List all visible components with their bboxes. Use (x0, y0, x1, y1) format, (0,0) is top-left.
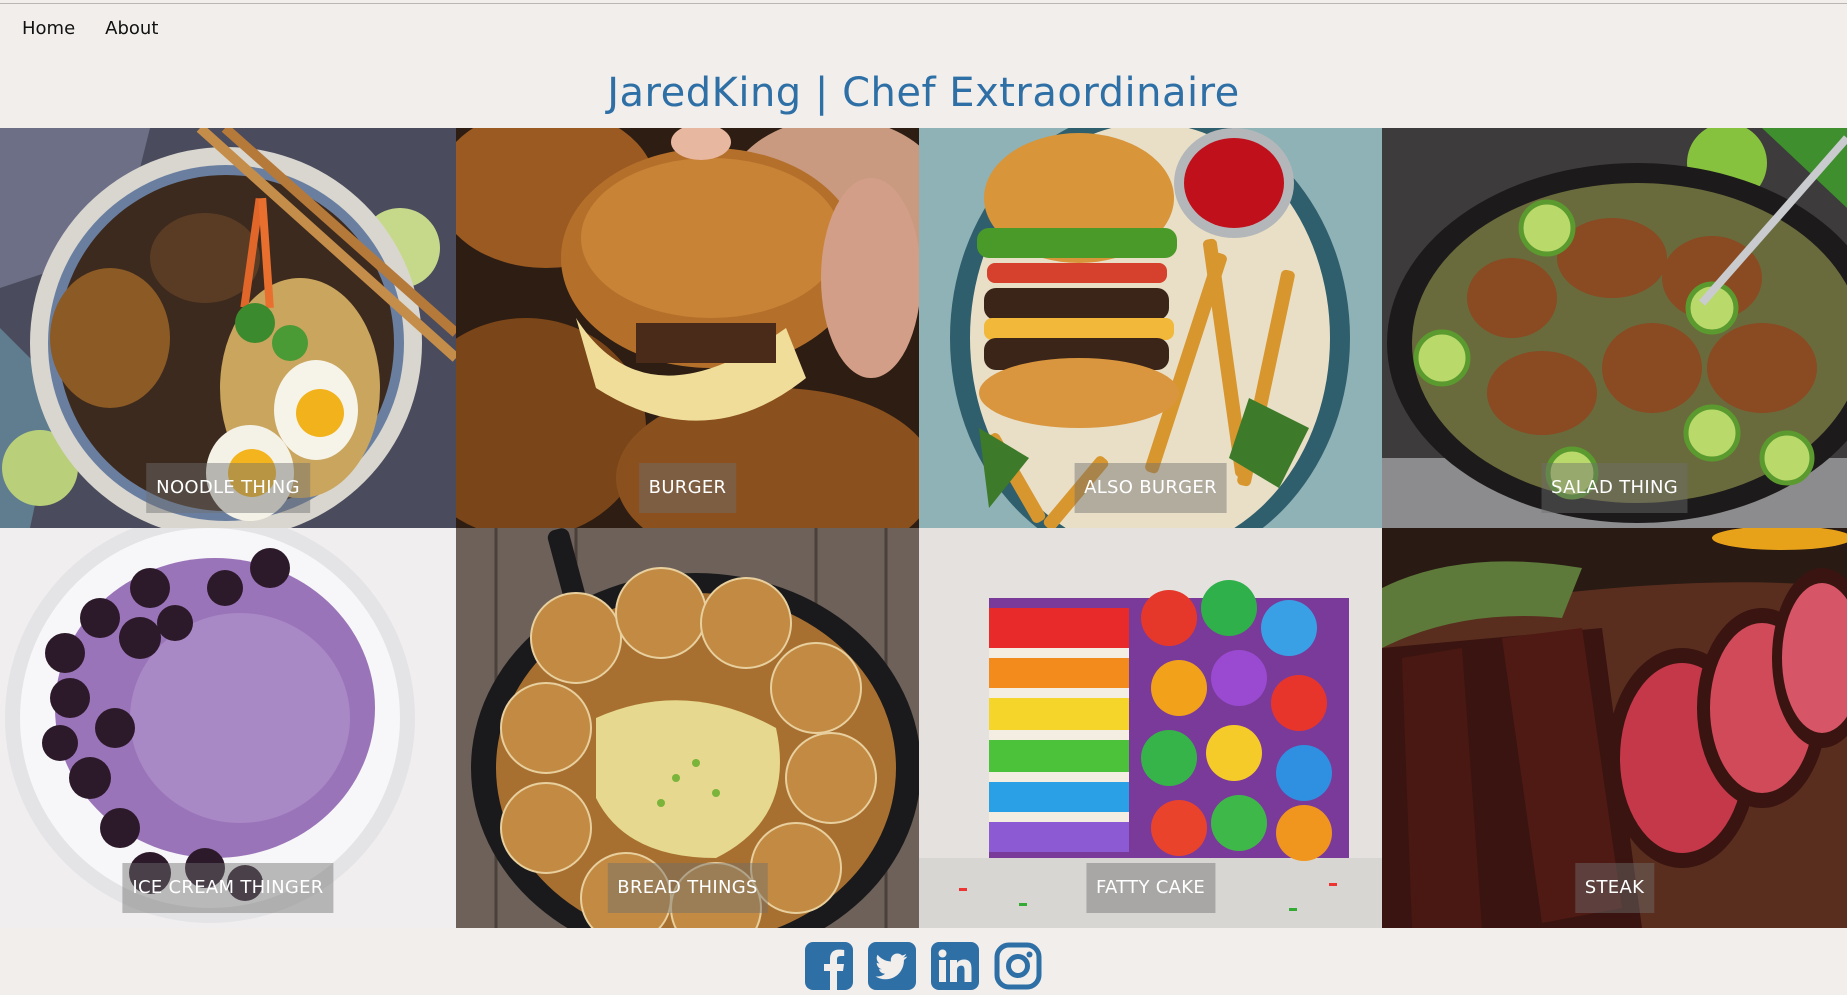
tile-caption: ICE CREAM THINGER (122, 863, 334, 913)
linkedin-icon[interactable] (930, 941, 980, 991)
top-nav: Home About (22, 18, 158, 39)
instagram-icon[interactable] (993, 941, 1043, 991)
tile-caption: NOODLE THING (146, 463, 310, 513)
tile-caption: STEAK (1574, 863, 1655, 913)
top-divider (0, 3, 1847, 4)
tile-caption: FATTY CAKE (1085, 863, 1216, 913)
nav-home-link[interactable]: Home (22, 18, 75, 39)
tile-caption: SALAD THING (1541, 463, 1688, 513)
gallery-tile-bread[interactable]: BREAD THINGS (456, 528, 919, 928)
gallery-tile-steak[interactable]: STEAK (1382, 528, 1847, 928)
gallery-tile-cake[interactable]: FATTY CAKE (919, 528, 1382, 928)
twitter-icon[interactable] (867, 941, 917, 991)
tile-caption: ALSO BURGER (1074, 463, 1227, 513)
tile-caption: BREAD THINGS (607, 863, 768, 913)
gallery-tile-also-burger[interactable]: ALSO BURGER (919, 128, 1382, 528)
gallery-tile-salad[interactable]: SALAD THING (1382, 128, 1847, 528)
nav-about-link[interactable]: About (105, 18, 158, 39)
facebook-icon[interactable] (804, 941, 854, 991)
tile-caption: BURGER (638, 463, 737, 513)
social-links (0, 941, 1847, 991)
gallery-tile-noodle[interactable]: NOODLE THING (0, 128, 456, 528)
gallery-tile-ice-cream[interactable]: ICE CREAM THINGER (0, 528, 456, 928)
gallery-tile-burger[interactable]: BURGER (456, 128, 919, 528)
food-gallery: NOODLE THING BURGER ALSO BURGER SALAD TH… (0, 128, 1847, 928)
page-title: JaredKing | Chef Extraordinaire (607, 70, 1240, 116)
